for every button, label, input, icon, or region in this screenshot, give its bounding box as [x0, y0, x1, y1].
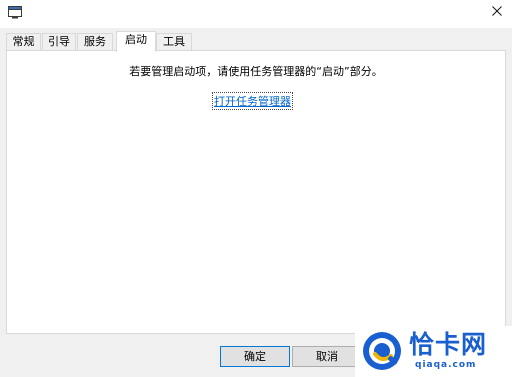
tab-services[interactable]: 服务	[77, 33, 113, 50]
watermark-q-icon	[361, 330, 403, 372]
open-task-manager-link[interactable]: 打开任务管理器	[212, 92, 293, 110]
ok-button[interactable]: 确定	[220, 346, 290, 367]
system-configuration-window: 常规 引导 服务 启动 工具 若要管理启动项，请使用任务管理器的“启动”部分。 …	[0, 0, 512, 377]
tab-general[interactable]: 常规	[6, 33, 41, 50]
close-button[interactable]	[482, 0, 512, 24]
tab-tools[interactable]: 工具	[156, 33, 192, 50]
watermark-logo: 恰卡网 qiaqa.com	[355, 326, 512, 377]
tab-boot[interactable]: 引导	[42, 33, 76, 50]
title-bar	[0, 0, 512, 28]
startup-tab-panel: 若要管理启动项，请使用任务管理器的“启动”部分。 打开任务管理器	[6, 50, 506, 334]
watermark-url: qiaqa.com	[415, 360, 477, 370]
watermark-title: 恰卡网	[409, 330, 488, 359]
msconfig-window-icon	[8, 6, 22, 19]
tab-strip: 常规 引导 服务 启动 工具	[6, 31, 506, 52]
startup-message: 若要管理启动项，请使用任务管理器的“启动”部分。	[129, 65, 383, 78]
cancel-button[interactable]: 取消	[292, 346, 362, 367]
tab-startup[interactable]: 启动	[116, 31, 156, 52]
close-icon	[492, 5, 502, 19]
